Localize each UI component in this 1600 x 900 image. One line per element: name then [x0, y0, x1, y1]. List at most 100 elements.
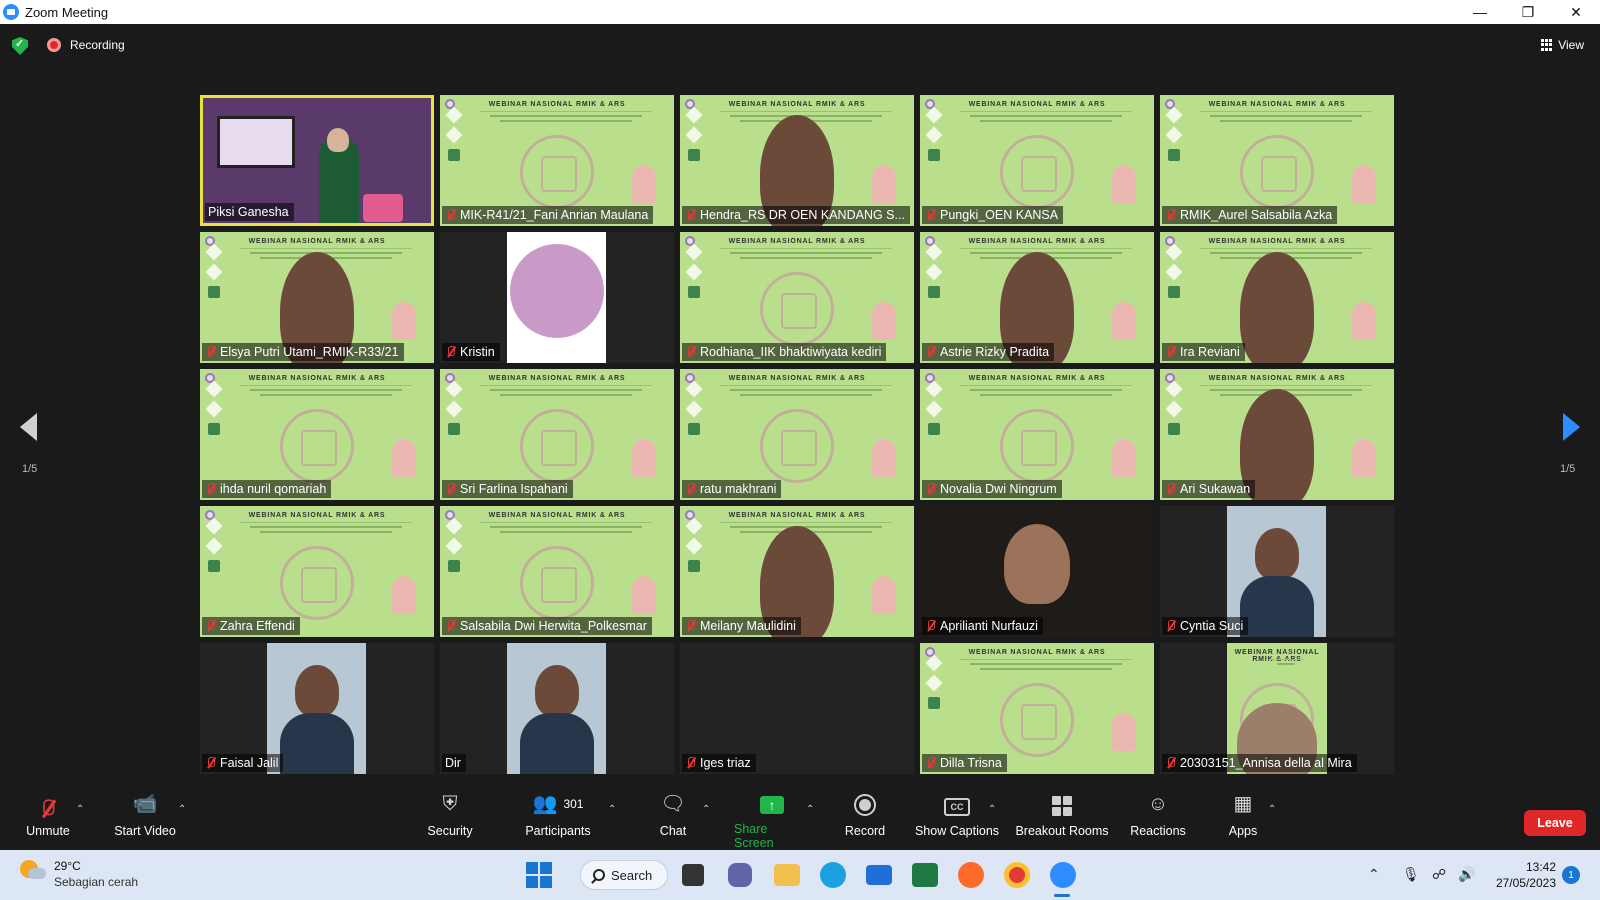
- participant-body: [1240, 576, 1314, 637]
- participant-video-tile[interactable]: WEBINAR NASIONAL RMIK & ARS ratu makhrani: [680, 369, 914, 500]
- participant-name-tag: Faisal Jalil: [202, 754, 284, 772]
- slide-heading: WEBINAR NASIONAL RMIK & ARS: [248, 512, 386, 519]
- slide-heading: WEBINAR NASIONAL RMIK & ARS: [488, 375, 626, 382]
- view-button[interactable]: View: [1541, 34, 1584, 56]
- apps-button[interactable]: ▦ Apps: [1226, 790, 1260, 850]
- show-captions-button[interactable]: CC Show Captions: [914, 790, 1000, 850]
- participant-video-tile[interactable]: WEBINAR NASIONAL RMIK & ARS Ari Sukawan: [1160, 369, 1394, 500]
- illustration-figure-icon: [1352, 439, 1376, 477]
- windows-start-icon[interactable]: [526, 862, 552, 888]
- chat-button[interactable]: 🗨 Chat: [655, 790, 691, 850]
- participant-video-tile[interactable]: WEBINAR NASIONAL RMIK & ARS Hendra_RS DR …: [680, 95, 914, 226]
- participant-video-tile[interactable]: Piksi Ganesha: [200, 95, 434, 226]
- security-button[interactable]: ⛨ Security: [421, 790, 479, 850]
- meeting-topbar: Recording View: [0, 24, 1600, 68]
- firefox-icon[interactable]: [958, 862, 984, 888]
- clock-date: 27/05/2023: [1495, 876, 1556, 890]
- close-button[interactable]: ✕: [1552, 0, 1600, 24]
- recording-dot-icon: [47, 38, 61, 52]
- mail-icon[interactable]: [866, 865, 892, 885]
- reactions-button[interactable]: ☺ Reactions: [1130, 790, 1186, 850]
- participants-button[interactable]: 👥 301 Participants: [520, 790, 596, 850]
- participant-video-tile[interactable]: WEBINAR NASIONAL RMIK & ARS Ira Reviani: [1160, 232, 1394, 363]
- participant-video-tile[interactable]: WEBINAR NASIONAL RMIK & ARS Astrie Rizky …: [920, 232, 1154, 363]
- participant-name-tag: Hendra_RS DR OEN KANDANG S...: [682, 206, 910, 224]
- taskbar-search[interactable]: Search: [580, 860, 668, 890]
- participant-video-tile[interactable]: WEBINAR NASIONAL RMIK & ARS Salsabila Dwi…: [440, 506, 674, 637]
- apps-options-chevron-icon[interactable]: ⌃: [1268, 804, 1276, 815]
- teams-chat-icon[interactable]: [728, 863, 752, 887]
- illustration-figure-icon: [1112, 713, 1136, 751]
- weather-temperature[interactable]: 29°C: [54, 859, 81, 873]
- participant-name: 20303151_Annisa della al Mira: [1180, 756, 1352, 770]
- participant-video-tile[interactable]: WEBINAR NASIONAL RMIK & ARS Dilla Trisna: [920, 643, 1154, 774]
- participant-name: Dilla Trisna: [940, 756, 1002, 770]
- participant-name: MIK-R41/21_Fani Anrian Maulana: [460, 208, 649, 222]
- illustration-figure-icon: [1352, 165, 1376, 203]
- participant-video-tile[interactable]: Cyntia Suci: [1160, 506, 1394, 637]
- unmute-button[interactable]: Unmute: [22, 790, 74, 850]
- start-video-button[interactable]: 📹 Start Video: [108, 790, 182, 850]
- participant-video-tile[interactable]: WEBINAR NASIONAL RMIK & ARS Zahra Effendi: [200, 506, 434, 637]
- participant-video-tile[interactable]: Iges triaz: [680, 643, 914, 774]
- edge-browser-icon[interactable]: [820, 862, 846, 888]
- microphone-tray-icon[interactable]: 🎙: [1402, 866, 1420, 883]
- task-view-icon[interactable]: [682, 864, 704, 886]
- participant-video-tile[interactable]: WEBINAR NASIONAL RMIK & ARS ihda nuril qo…: [200, 369, 434, 500]
- restore-button[interactable]: ❐: [1504, 0, 1552, 24]
- participant-video-tile[interactable]: WEBINAR NASIONAL RMIK & ARS 20303151_Anni…: [1160, 643, 1394, 774]
- leave-button[interactable]: Leave: [1524, 810, 1586, 836]
- participant-video-tile[interactable]: WEBINAR NASIONAL RMIK & ARS RMIK_Aurel Sa…: [1160, 95, 1394, 226]
- weather-partly-cloudy-icon[interactable]: [20, 858, 46, 884]
- previous-page-arrow-icon[interactable]: [20, 413, 37, 441]
- chat-options-chevron-icon[interactable]: ⌃: [702, 804, 710, 815]
- tray-overflow-chevron-icon[interactable]: ⌃: [1368, 866, 1380, 883]
- notification-badge[interactable]: 1: [1562, 866, 1580, 884]
- minimize-button[interactable]: —: [1456, 0, 1504, 24]
- participant-body: [520, 713, 594, 774]
- breakout-rooms-icon: [1052, 790, 1072, 820]
- microphone-muted-icon: [205, 619, 217, 633]
- chrome-icon[interactable]: [1004, 862, 1030, 888]
- next-page-arrow-icon[interactable]: [1563, 413, 1580, 441]
- participant-name-tag: ratu makhrani: [682, 480, 782, 498]
- participant-video-tile[interactable]: Dir: [440, 643, 674, 774]
- slide-subtitle-lines: [1200, 111, 1372, 125]
- participants-options-chevron-icon[interactable]: ⌃: [608, 804, 616, 815]
- chat-bubble-icon: 🗨: [660, 793, 686, 815]
- participant-video-tile[interactable]: WEBINAR NASIONAL RMIK & ARS Pungki_OEN KA…: [920, 95, 1154, 226]
- microphone-muted-icon: [205, 756, 217, 770]
- participant-video-tile[interactable]: Kristin: [440, 232, 674, 363]
- participant-video-tile[interactable]: Aprilianti Nurfauzi: [920, 506, 1154, 637]
- participant-video-tile[interactable]: WEBINAR NASIONAL RMIK & ARS Sri Farlina I…: [440, 369, 674, 500]
- microphone-muted-icon: [205, 345, 217, 359]
- participant-video-tile[interactable]: WEBINAR NASIONAL RMIK & ARS Novalia Dwi N…: [920, 369, 1154, 500]
- slide-heading: WEBINAR NASIONAL RMIK & ARS: [488, 512, 626, 519]
- video-options-chevron-icon[interactable]: ⌃: [178, 804, 186, 815]
- encryption-shield-icon[interactable]: [12, 37, 28, 55]
- seal-logo-icon: [520, 409, 594, 483]
- audio-options-chevron-icon[interactable]: ⌃: [76, 804, 84, 815]
- share-options-chevron-icon[interactable]: ⌃: [806, 804, 814, 815]
- share-screen-button[interactable]: ↑ Share Screen: [734, 790, 810, 850]
- page-indicator-right: 1/5: [1560, 463, 1576, 475]
- volume-icon[interactable]: 🔊: [1458, 866, 1475, 883]
- participant-video-tile[interactable]: WEBINAR NASIONAL RMIK & ARS Rodhiana_IIK …: [680, 232, 914, 363]
- participant-video-tile[interactable]: Faisal Jalil: [200, 643, 434, 774]
- weather-condition[interactable]: Sebagian cerah: [54, 875, 138, 889]
- record-button[interactable]: Record: [844, 790, 886, 850]
- excel-icon[interactable]: [912, 863, 938, 887]
- taskbar-clock[interactable]: 13:42 27/05/2023: [1486, 859, 1556, 891]
- microphone-muted-icon: [1165, 208, 1177, 222]
- network-icon[interactable]: ☍: [1432, 866, 1446, 883]
- captions-options-chevron-icon[interactable]: ⌃: [988, 804, 996, 815]
- participant-video-tile[interactable]: WEBINAR NASIONAL RMIK & ARS Meilany Mauli…: [680, 506, 914, 637]
- participant-body: [280, 713, 354, 774]
- participant-video-tile[interactable]: WEBINAR NASIONAL RMIK & ARS Elsya Putri U…: [200, 232, 434, 363]
- participant-name: Meilany Maulidini: [700, 619, 796, 633]
- file-explorer-icon[interactable]: [774, 864, 800, 886]
- zoom-taskbar-icon[interactable]: [1050, 862, 1076, 888]
- participant-video-tile[interactable]: WEBINAR NASIONAL RMIK & ARS MIK-R41/21_Fa…: [440, 95, 674, 226]
- breakout-rooms-button[interactable]: Breakout Rooms: [1014, 790, 1110, 850]
- slide-heading: WEBINAR NASIONAL RMIK & ARS: [1208, 238, 1346, 245]
